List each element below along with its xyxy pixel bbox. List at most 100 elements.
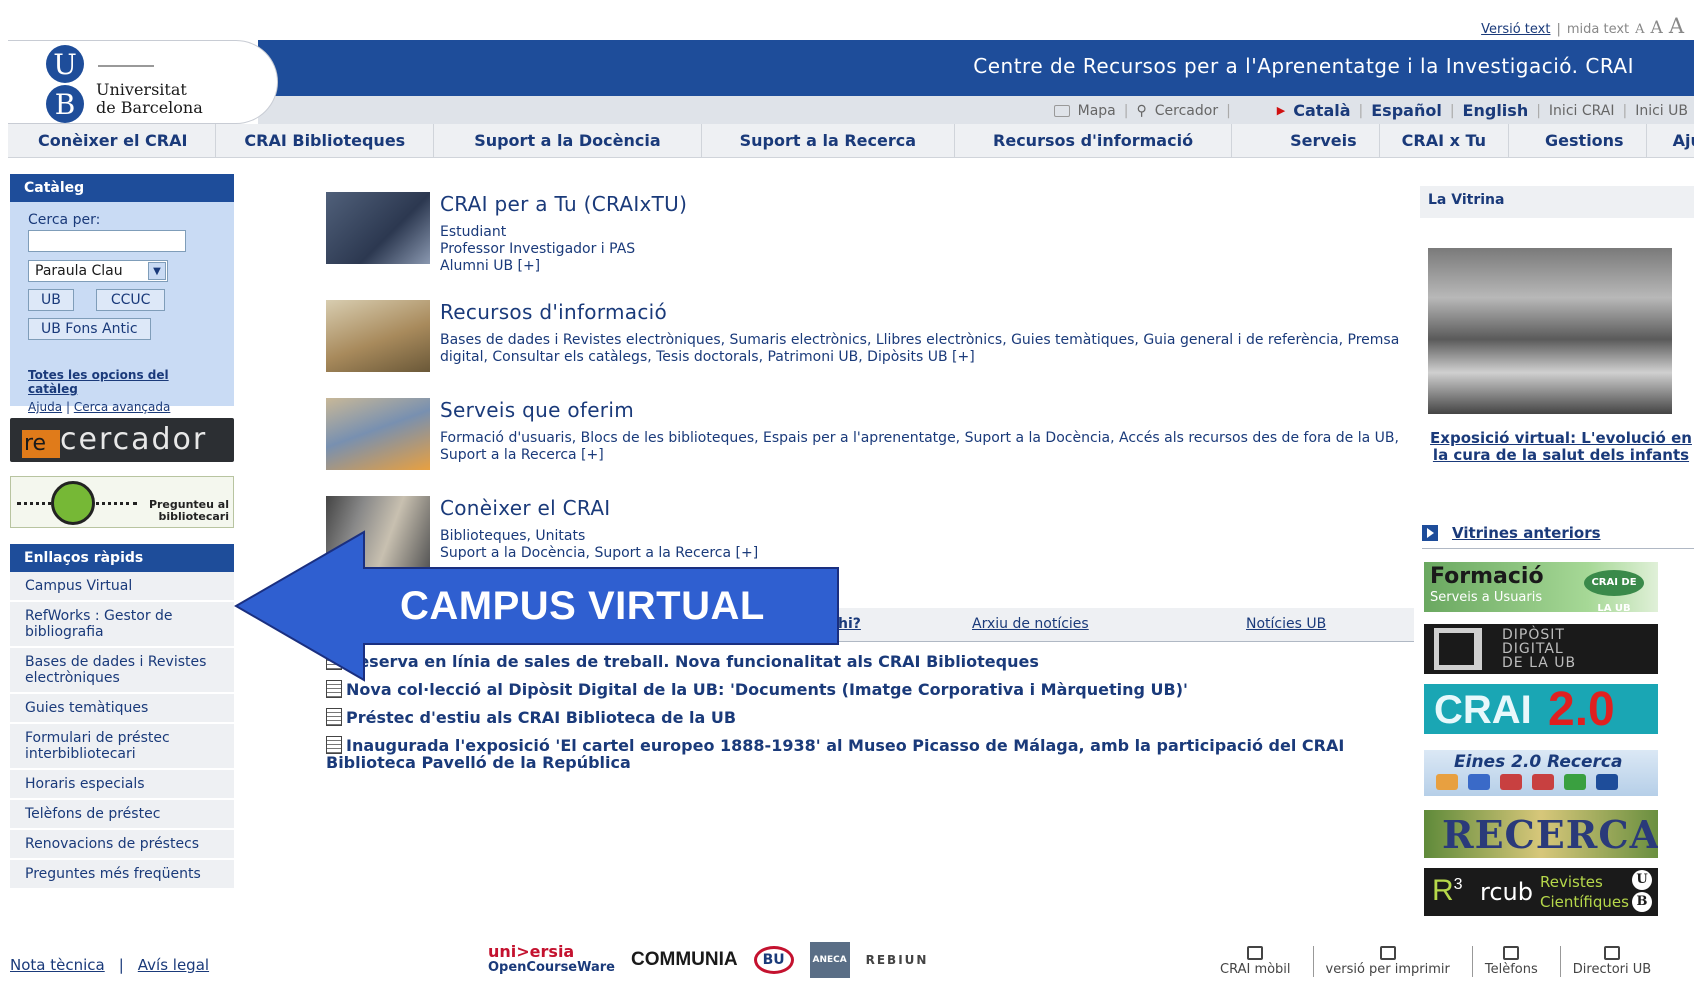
search-ub-button[interactable]: UB xyxy=(28,289,74,311)
lang-catala-link[interactable]: Català xyxy=(1293,101,1350,120)
search-icon: ⚲ xyxy=(1136,102,1147,119)
print-version-label: versió per imprimir xyxy=(1325,962,1450,977)
separator: | xyxy=(1556,22,1561,37)
section-body: Formació d'usuaris, Blocs de les bibliot… xyxy=(440,430,1399,463)
eines-recerca-banner[interactable]: Eines 2.0 Recerca xyxy=(1424,750,1658,796)
diposit-logo-icon xyxy=(1434,628,1482,670)
nav-recursos[interactable]: Recursos d'informació xyxy=(955,123,1233,158)
formacio-title: Formació xyxy=(1430,564,1544,589)
formacio-banner[interactable]: Formació Serveis a Usuaris CRAI DE LA UB xyxy=(1424,562,1658,612)
diposit-line2: DIGITAL xyxy=(1502,641,1564,657)
services-thumbnail[interactable] xyxy=(326,398,430,470)
nav-serveis[interactable]: Serveis xyxy=(1232,123,1380,158)
rcub-text: Revistes Científiques xyxy=(1540,872,1629,912)
previous-showcases[interactable]: Vitrines anteriors xyxy=(1422,524,1694,549)
news-ub-link[interactable]: Notícies UB xyxy=(1246,616,1326,632)
news-item[interactable]: Nova col·lecció al Dipòsit Digital de la… xyxy=(326,680,1416,698)
search-type-select[interactable]: Paraula Clau ▼ xyxy=(28,260,168,282)
aneca-logo[interactable]: ANECA xyxy=(809,942,850,978)
lang-espanol-link[interactable]: Español xyxy=(1371,101,1442,120)
crai-2-0-banner[interactable]: CRAI 2.0 xyxy=(1424,684,1658,734)
catalog-help-link[interactable]: Ajuda xyxy=(28,400,62,414)
exhibition-photo[interactable] xyxy=(1428,248,1672,414)
news-item[interactable]: Préstec d'estiu als CRAI Biblioteca de l… xyxy=(326,708,1416,726)
quick-link-renewals[interactable]: Renovacions de préstecs xyxy=(10,830,234,860)
quick-link-refworks[interactable]: RefWorks : Gestor de bibliografia xyxy=(10,602,234,648)
ub-logo[interactable]: U B Universitat de Barcelona xyxy=(8,40,278,124)
section-line[interactable]: Alumni UB [+] xyxy=(440,258,1420,275)
section-title[interactable]: Serveis que oferim xyxy=(440,398,634,422)
rcub-line1: Revistes xyxy=(1540,873,1603,891)
home-ub-link[interactable]: Inici UB xyxy=(1635,103,1688,119)
phones-link[interactable]: Telèfons xyxy=(1471,946,1550,977)
universia-text: uni>ersia xyxy=(488,942,575,961)
text-version-link[interactable]: Versió text xyxy=(1481,22,1550,37)
quick-link-hours[interactable]: Horaris especials xyxy=(10,770,234,800)
recercador-banner[interactable]: re cercador xyxy=(10,418,234,462)
diposit-digital-banner[interactable]: DIPÒSIT DIGITAL DE LA UB xyxy=(1424,624,1658,674)
section-title[interactable]: CRAI per a Tu (CRAIxTU) xyxy=(440,192,687,216)
phones-label: Telèfons xyxy=(1484,962,1538,977)
chevron-down-icon: ▼ xyxy=(148,262,166,280)
section-title[interactable]: Recursos d'informació xyxy=(440,300,667,324)
section-serveis: Serveis que oferim Formació d'usuaris, B… xyxy=(326,398,1406,478)
catalog-search-input[interactable] xyxy=(28,230,186,252)
directory-link[interactable]: Directori UB xyxy=(1559,946,1663,977)
communia-logo[interactable]: COMMUNIA xyxy=(631,949,738,971)
lang-english-link[interactable]: English xyxy=(1463,101,1529,120)
book-icon xyxy=(1603,946,1620,960)
search-ccuc-button[interactable]: CCUC xyxy=(95,289,166,311)
nav-recerca[interactable]: Suport a la Recerca xyxy=(702,123,956,158)
section-line[interactable]: Professor Investigador i PAS xyxy=(440,241,1420,258)
quick-link-databases[interactable]: Bases de dades i Revistes electròniques xyxy=(10,648,234,694)
section-title[interactable]: Conèixer el CRAI xyxy=(440,496,611,520)
catalog-box: Catàleg Cerca per: Paraula Clau ▼ UB CCU… xyxy=(10,174,234,414)
news-text: Nova col·lecció al Dipòsit Digital de la… xyxy=(346,680,1188,699)
universia-logo[interactable]: uni>ersia OpenCourseWare xyxy=(488,944,615,976)
crai-mobile-link[interactable]: CRAI mòbil xyxy=(1208,946,1303,977)
nav-craixtu[interactable]: CRAI x Tu xyxy=(1380,123,1510,158)
keyboard-thumbnail[interactable] xyxy=(326,300,430,372)
quick-link-campus-virtual[interactable]: Campus Virtual xyxy=(10,572,234,602)
rcub-line2: Científiques xyxy=(1540,893,1629,911)
all-catalog-options-link[interactable]: Totes les opcions del catàleg xyxy=(28,368,216,396)
quick-link-faq[interactable]: Preguntes més freqüents xyxy=(10,860,234,890)
recercat-banner[interactable]: RECERCAT xyxy=(1424,810,1658,858)
nav-gestions[interactable]: Gestions xyxy=(1509,123,1647,158)
footer-left-links: Nota tècnica | Avís legal xyxy=(10,956,209,974)
text-size-large-button[interactable]: A xyxy=(1669,14,1684,38)
ask-line2: bibliotecari xyxy=(158,510,229,523)
map-link[interactable]: Mapa xyxy=(1078,103,1116,119)
technical-note-link[interactable]: Nota tècnica xyxy=(10,956,105,974)
search-link[interactable]: Cercador xyxy=(1155,103,1218,119)
sitemap-icon xyxy=(1053,104,1070,117)
legal-notice-link[interactable]: Avís legal xyxy=(138,956,209,974)
nav-biblioteques[interactable]: CRAI Biblioteques xyxy=(216,123,435,158)
logo-text: Universitat de Barcelona xyxy=(96,81,203,117)
text-size-small-button[interactable]: A xyxy=(1635,22,1644,37)
exhibition-caption-link[interactable]: Exposició virtual: L'evolució en la cura… xyxy=(1424,430,1694,464)
ub-logo-mark: U B xyxy=(46,45,86,125)
quick-link-phones[interactable]: Telèfons de préstec xyxy=(10,800,234,830)
nav-ajuda[interactable]: Ajuda xyxy=(1647,124,1694,158)
text-size-medium-button[interactable]: A xyxy=(1651,18,1663,38)
header-utility-nav: Mapa | ⚲ Cercador | ▶ Català | Español |… xyxy=(1053,101,1688,120)
nav-docencia[interactable]: Suport a la Docència xyxy=(434,123,702,158)
quick-link-guides[interactable]: Guies temàtiques xyxy=(10,694,234,724)
catalog-title: Catàleg xyxy=(10,174,234,202)
bu-logo[interactable]: BU xyxy=(753,946,794,974)
home-crai-link[interactable]: Inici CRAI xyxy=(1549,103,1615,119)
search-fons-antic-button[interactable]: UB Fons Antic xyxy=(28,318,151,340)
news-item[interactable]: Inaugurada l'exposició 'El cartel europe… xyxy=(326,736,1416,771)
quick-link-interlibrary-form[interactable]: Formulari de préstec interbibliotecari xyxy=(10,724,234,770)
rcub-banner[interactable]: R3 rcub Revistes Científiques U B xyxy=(1424,868,1658,916)
rebiun-logo[interactable]: REBIUN xyxy=(866,953,929,967)
section-line[interactable]: Estudiant xyxy=(440,224,1420,241)
nav-coneixer[interactable]: Conèixer el CRAI xyxy=(8,123,217,158)
crai-version: 2.0 xyxy=(1548,684,1615,734)
students-thumbnail[interactable] xyxy=(326,192,430,264)
news-archive-link[interactable]: Arxiu de notícies xyxy=(972,616,1089,632)
print-version-link[interactable]: versió per imprimir xyxy=(1312,946,1462,977)
advanced-search-link[interactable]: Cerca avançada xyxy=(74,400,171,414)
ask-librarian-banner[interactable]: Pregunteu al bibliotecari xyxy=(10,476,234,528)
